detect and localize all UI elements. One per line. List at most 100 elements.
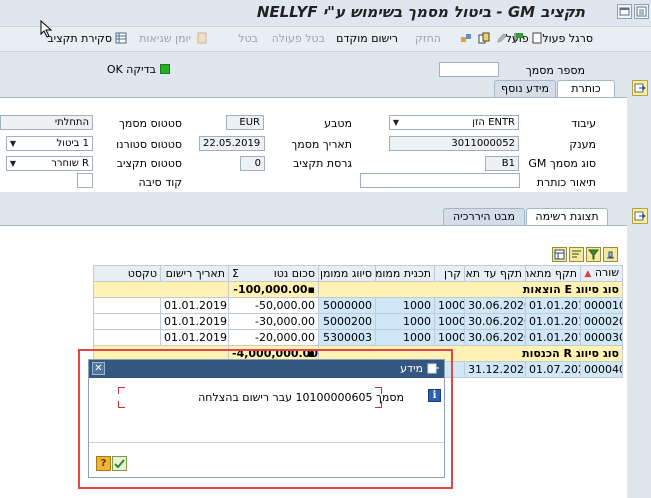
grantor-label: מענק (569, 138, 596, 151)
focus-corner-marker (118, 401, 125, 408)
dialog-separator (89, 442, 444, 443)
budget-status-value: R שוחרר (51, 158, 89, 169)
toolbar-button-park[interactable]: רישום מוקדם (336, 32, 398, 45)
gm-doc-type-field[interactable]: B1 (485, 156, 519, 171)
cell-valid-to[interactable]: 30.06.2020 (464, 329, 526, 346)
cell-line[interactable]: 000030 (580, 329, 623, 346)
col-header-fund[interactable]: קרן (434, 265, 465, 282)
help-icon[interactable]: ? (96, 456, 111, 471)
error-log-icon (196, 32, 208, 44)
cell-valid-from[interactable]: 01.01.2019 (525, 297, 581, 314)
window-options-icon[interactable] (634, 4, 649, 19)
copy-icon[interactable] (478, 32, 490, 44)
cell-posting-date[interactable]: 01.01.2019 (160, 297, 229, 314)
group-label: סוג סיווג E הוצאות (318, 281, 623, 298)
doc-number-field[interactable] (439, 62, 499, 77)
grantor-field[interactable]: 3011000052 (389, 136, 519, 151)
cell-posting-date[interactable]: 01.01.2019 (160, 329, 229, 346)
subtotal-marker-icon: ▪ (307, 282, 315, 296)
cell-valid-to[interactable]: 31.12.2021 (464, 361, 526, 378)
tab-header[interactable]: כותרת (557, 80, 615, 97)
window-menu-icon[interactable] (617, 4, 632, 19)
reversal-status-select[interactable]: 1 ביטול ▼ (6, 136, 93, 151)
check-status-indicator (160, 64, 170, 74)
col-header-valid-to[interactable]: תקף עד תאריך (464, 265, 526, 282)
cell-amount[interactable]: -50,000.00 (228, 297, 319, 314)
cell-text[interactable] (93, 297, 161, 314)
info-dialog: מידע ✕ מסמך 10100000605 עבר רישום בהצלחה… (88, 359, 445, 478)
doc-status-label: סטטוס מסמך (118, 117, 182, 130)
chevron-down-icon[interactable]: ▼ (7, 157, 19, 170)
cell-fund[interactable]: 1000 (434, 297, 465, 314)
tab-list-view[interactable]: תצוגת רשימה (526, 208, 608, 225)
document-icon[interactable] (531, 32, 543, 44)
processing-select[interactable]: ENTR הזן ▼ (389, 115, 519, 130)
focus-corner-marker (118, 387, 125, 394)
currency-label: מטבע (324, 117, 352, 130)
budget-version-field[interactable]: 0 (240, 156, 265, 171)
col-header-net-amount[interactable]: סכום נטו Σ (228, 265, 319, 282)
group-row[interactable]: סוג סיווג E הוצאות ▪ -100,000.00 (93, 281, 623, 298)
cell-text[interactable] (93, 329, 161, 346)
cell-text[interactable] (93, 313, 161, 330)
currency-field[interactable]: EUR (226, 115, 264, 130)
tab-hierarchy-view[interactable]: מבט היררכיה (443, 208, 525, 225)
cell-line[interactable]: 000020 (580, 313, 623, 330)
cell-valid-from[interactable]: 01.07.2020 (525, 361, 581, 378)
cell-line[interactable]: 000040 (580, 361, 623, 378)
filter-icon[interactable] (586, 247, 601, 262)
cell-posting-date[interactable]: 01.01.2019 (160, 313, 229, 330)
cell-line[interactable]: 000010 (580, 297, 623, 314)
flag-icon[interactable] (513, 32, 525, 44)
col-header-sponsored-class[interactable]: סיווג ממומן (318, 265, 376, 282)
doc-status-field[interactable]: התחלתי (0, 115, 93, 130)
tab-additional-info[interactable]: מידע נוסף (494, 80, 556, 97)
table-row[interactable]: 000010 01.01.2019 30.06.2020 1000 1000 5… (93, 297, 623, 314)
cell-valid-from[interactable]: 01.01.2019 (525, 313, 581, 330)
reversal-status-value: 1 ביטול (56, 138, 89, 149)
table-row[interactable]: 000030 01.01.2019 30.06.2020 1000 1000 5… (93, 329, 623, 346)
sort-ascending-icon: ▲ (584, 269, 592, 279)
cell-fund[interactable]: 1000 (434, 313, 465, 330)
col-header-text[interactable]: טקסט (93, 265, 161, 282)
col-header-valid-from[interactable]: תקף מתאריך (525, 265, 581, 282)
col-header-sponsored-program[interactable]: תכנית ממומנת (375, 265, 435, 282)
cell-program[interactable]: 1000 (375, 329, 435, 346)
title-bar: תקציב GM - ביטול מסמך בשימוש ע"י NELLYF (0, 0, 651, 25)
doc-date-field[interactable]: 22.05.2019 (199, 136, 265, 151)
toolbar-button-undo: בטל פעולה (271, 32, 325, 45)
sort-icon[interactable] (569, 247, 584, 262)
cell-sponsored-class[interactable]: 5000200 (318, 313, 376, 330)
cell-sponsored-class[interactable]: 5000000 (318, 297, 376, 314)
cell-amount[interactable]: -20,000.00 (228, 329, 319, 346)
header-desc-field[interactable] (360, 173, 520, 188)
cell-valid-to[interactable]: 30.06.2020 (464, 313, 526, 330)
application-toolbar: סרגל פעולות פועל החזק רישום מוקדם בטל פע… (0, 26, 651, 52)
cell-valid-from[interactable]: 01.01.2019 (525, 329, 581, 346)
expand-items-icon[interactable] (632, 208, 648, 224)
chevron-down-icon[interactable]: ▼ (7, 137, 19, 150)
table-row[interactable]: 000020 01.01.2019 30.06.2020 1000 1000 5… (93, 313, 623, 330)
transfer-icon[interactable] (460, 32, 472, 44)
info-icon: i (428, 389, 441, 402)
cell-sponsored-class[interactable]: 5300003 (318, 329, 376, 346)
cell-program[interactable]: 1000 (375, 297, 435, 314)
cell-valid-to[interactable]: 30.06.2020 (464, 297, 526, 314)
details-icon[interactable] (603, 247, 618, 262)
toolbar-button-error-log: יומן שגיאות (139, 32, 191, 45)
budget-overview-icon[interactable] (115, 32, 127, 44)
col-header-posting-date[interactable]: תאריך רישום (160, 265, 229, 282)
dialog-message: מסמך 10100000605 עבר רישום בהצלחה (198, 391, 404, 404)
expand-header-icon[interactable] (632, 80, 648, 96)
cell-program[interactable]: 1000 (375, 313, 435, 330)
reason-code-field[interactable] (77, 173, 93, 188)
col-header-line[interactable]: שורה ▲ (580, 265, 623, 282)
layout-icon[interactable] (552, 247, 567, 262)
cell-amount[interactable]: -30,000.00 (228, 313, 319, 330)
budget-status-select[interactable]: R שוחרר ▼ (6, 156, 93, 171)
close-icon[interactable]: ✕ (92, 362, 105, 375)
chevron-down-icon[interactable]: ▼ (390, 116, 402, 129)
checkmark-icon[interactable] (112, 456, 127, 471)
toolbar-button-budget-overview[interactable]: סקירת תקציב (47, 32, 112, 45)
cell-fund[interactable]: 1000 (434, 329, 465, 346)
